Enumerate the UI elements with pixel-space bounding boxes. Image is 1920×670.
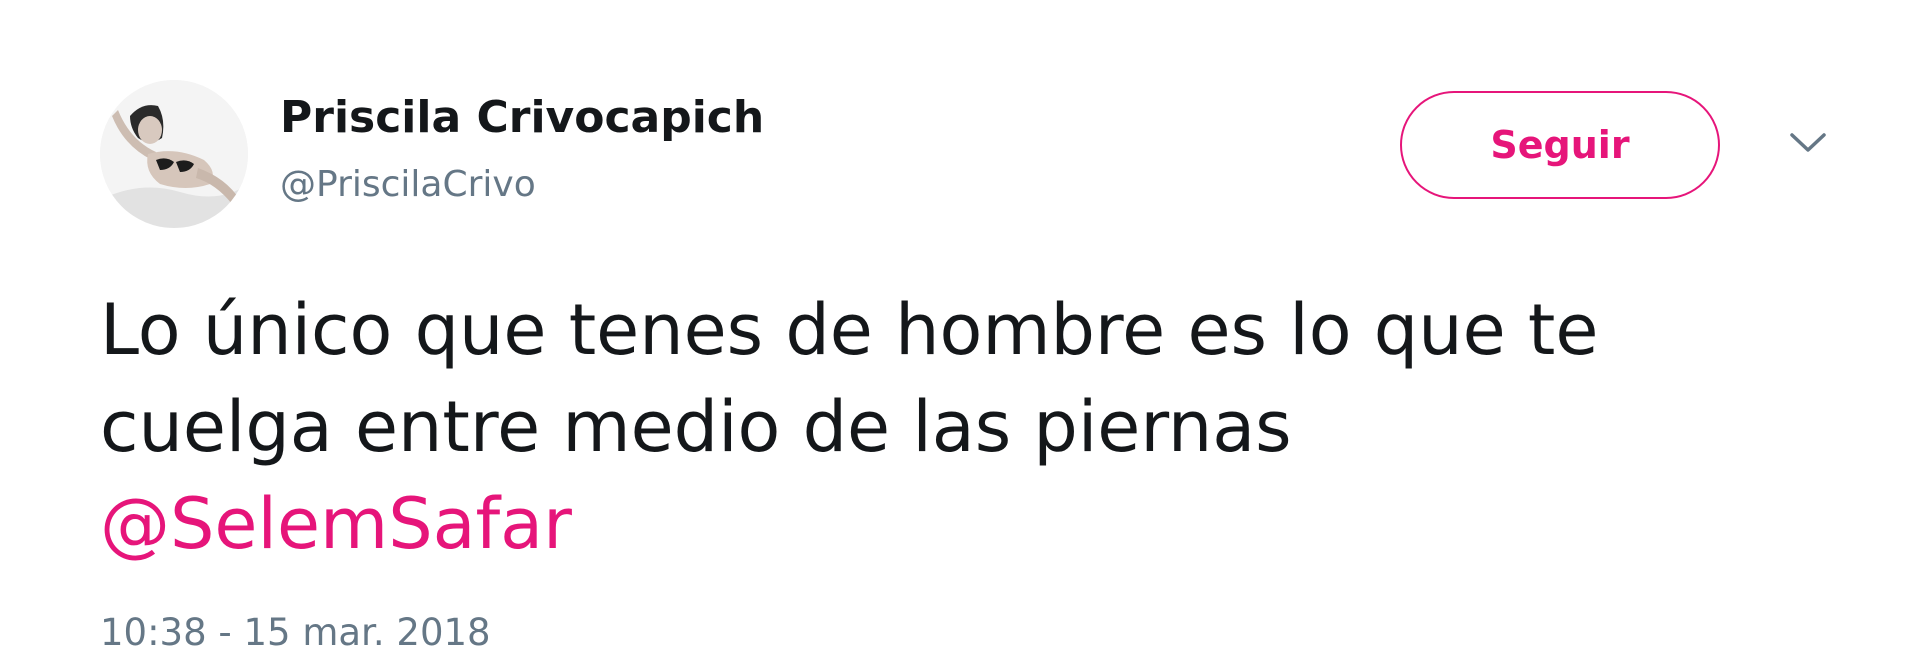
- avatar[interactable]: [100, 80, 248, 228]
- tweet-card: Priscila Crivocapich @PriscilaCrivo Segu…: [0, 0, 1920, 670]
- follow-button[interactable]: Seguir: [1400, 91, 1720, 199]
- tweet-text-line: cuelga entre medio de las piernas: [100, 386, 1292, 468]
- avatar-photo: [100, 80, 248, 228]
- tweet-text-line: Lo único que tenes de hombre es lo que t…: [100, 289, 1599, 371]
- mention-link[interactable]: @SelemSafar: [100, 476, 1800, 573]
- tweet-text: Lo único que tenes de hombre es lo que t…: [100, 282, 1800, 573]
- tweet-timestamp[interactable]: 10:38 - 15 mar. 2018: [100, 610, 491, 656]
- display-name[interactable]: Priscila Crivocapich: [280, 92, 764, 144]
- user-handle[interactable]: @PriscilaCrivo: [280, 163, 536, 207]
- chevron-down-icon[interactable]: [1788, 130, 1828, 156]
